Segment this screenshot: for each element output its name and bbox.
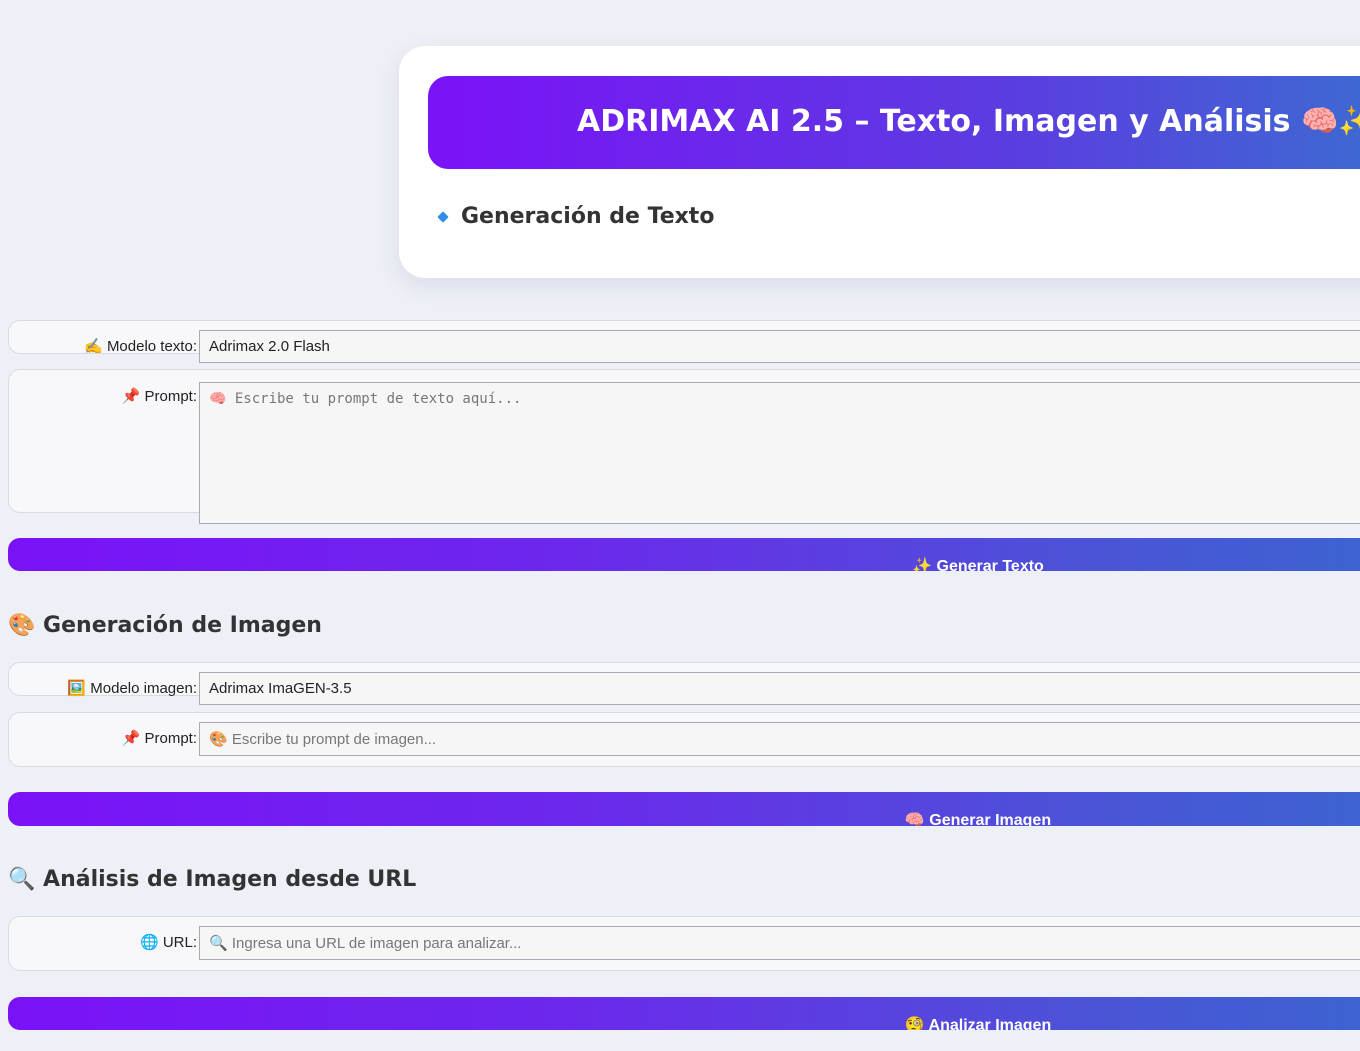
text-model-select[interactable] [199, 330, 1360, 363]
image-prompt-input[interactable] [199, 722, 1360, 756]
image-generation-heading: 🎨 Generación de Imagen [8, 613, 322, 638]
analyze-image-button-label: 🧐 Analizar Imagen [904, 1017, 1052, 1030]
image-prompt-label: 📌 Prompt: [121, 730, 197, 747]
url-label: 🌐 URL: [139, 934, 197, 951]
header-card: ADRIMAX AI 2.5 – Texto, Imagen y Análisi… [399, 46, 1360, 278]
url-input[interactable] [199, 926, 1360, 960]
title-banner: ADRIMAX AI 2.5 – Texto, Imagen y Análisi… [428, 76, 1360, 169]
image-analysis-heading: 🔍 Análisis de Imagen desde URL [8, 867, 417, 892]
generate-text-button-label: ✨ Generar Texto [912, 558, 1044, 571]
generate-image-button[interactable]: 🧠 Generar Imagen [8, 792, 1360, 826]
generate-text-button[interactable]: ✨ Generar Texto [8, 538, 1360, 571]
page-title: ADRIMAX AI 2.5 – Texto, Imagen y Análisi… [577, 104, 1360, 139]
text-generation-heading: Generación de Texto [435, 204, 714, 229]
text-generation-heading-label: Generación de Texto [461, 204, 715, 229]
text-prompt-input[interactable] [199, 382, 1360, 524]
diamond-icon [437, 210, 449, 223]
text-prompt-label: 📌 Prompt: [121, 388, 197, 405]
generate-image-button-label: 🧠 Generar Imagen [904, 812, 1052, 826]
analyze-image-button[interactable]: 🧐 Analizar Imagen [8, 997, 1360, 1030]
text-model-label: ✍️ Modelo texto: [84, 338, 197, 355]
image-model-label: 🖼️ Modelo imagen: [67, 680, 197, 697]
image-model-select[interactable] [199, 672, 1360, 705]
